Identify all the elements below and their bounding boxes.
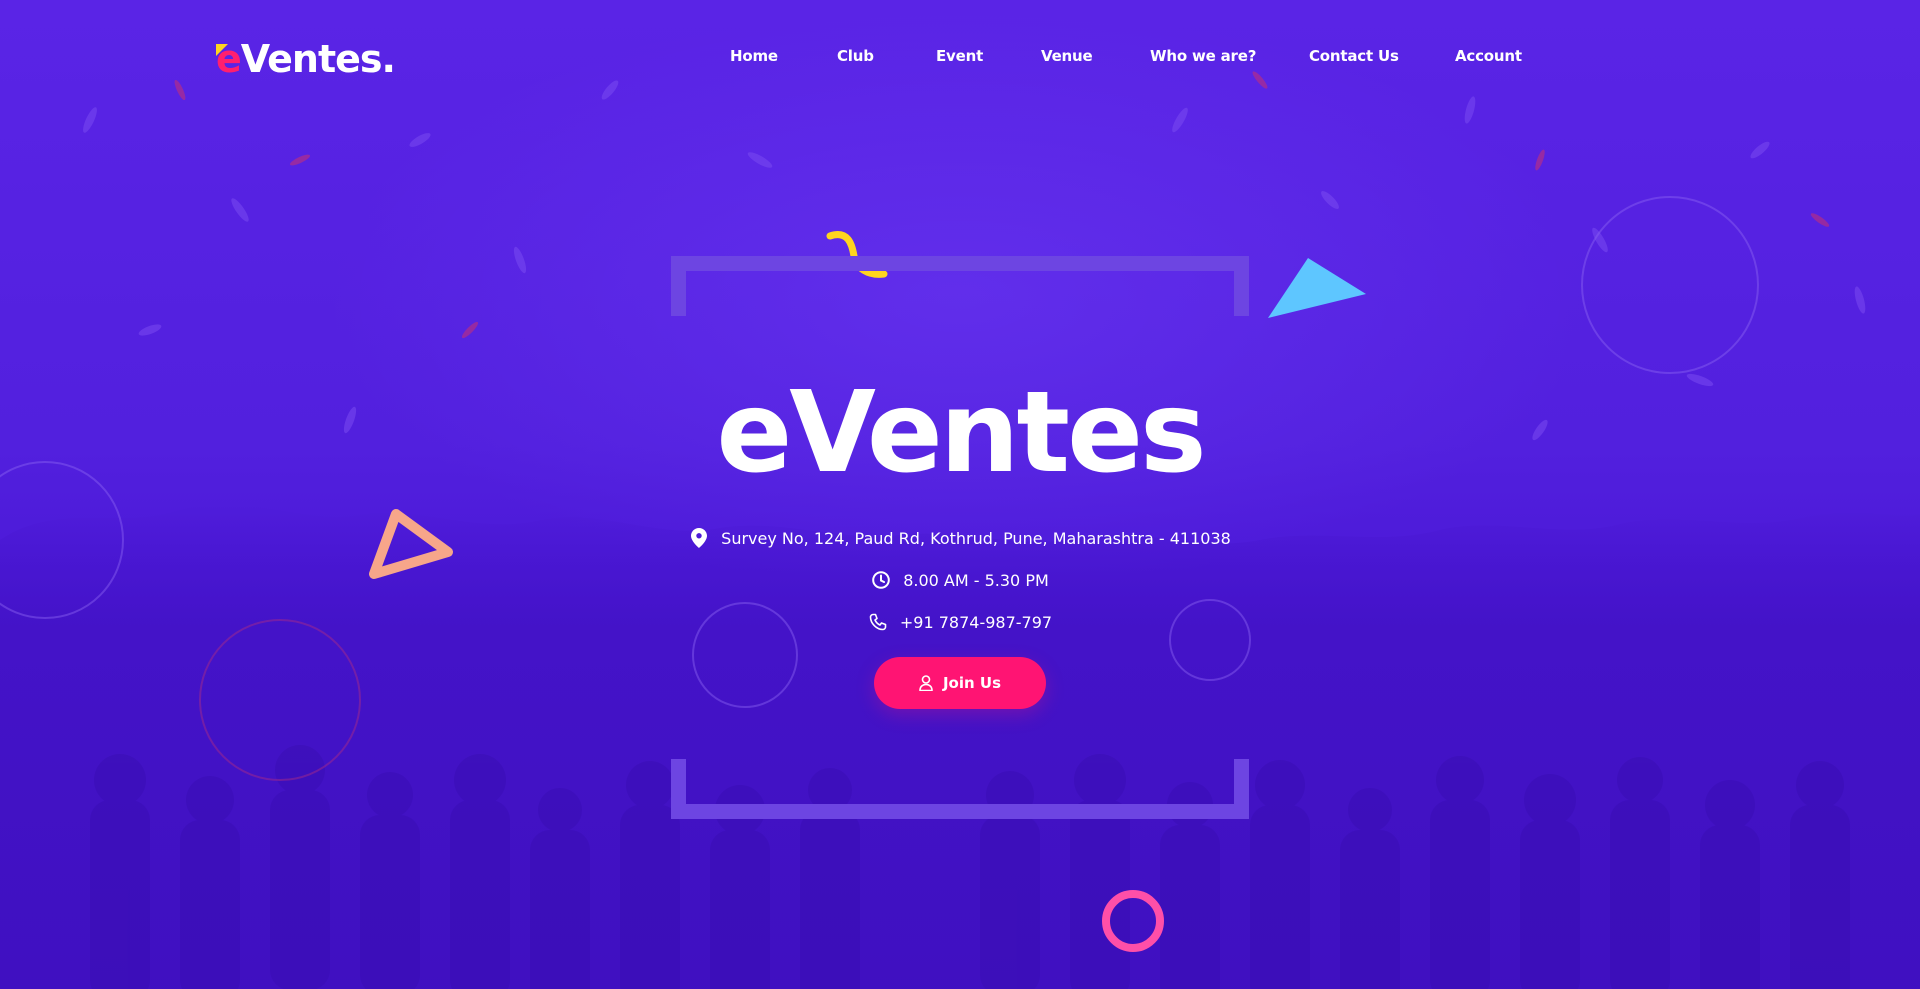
nav-item-account[interactable]: Account xyxy=(1455,47,1522,65)
clock-icon xyxy=(871,570,891,590)
frame-top-bracket xyxy=(671,256,1249,316)
nav-item-home[interactable]: Home xyxy=(730,47,778,65)
hours-text: 8.00 AM - 5.30 PM xyxy=(903,570,1049,590)
blue-triangle-decoration xyxy=(1268,258,1366,318)
address-row: Survey No, 124, Paud Rd, Kothrud, Pune, … xyxy=(0,528,1920,548)
phone-row: +91 7874-987-797 xyxy=(0,612,1920,632)
nav-item-event[interactable]: Event xyxy=(936,47,983,65)
pink-ring-decoration xyxy=(1102,890,1164,952)
hero-section: e Ventes. Home Club Event Venue Who we ar… xyxy=(0,0,1920,989)
main-navigation: Home Club Event Venue Who we are? Contac… xyxy=(0,47,1920,71)
user-icon xyxy=(919,675,933,691)
frame-bottom-bracket xyxy=(671,759,1249,819)
map-pin-icon xyxy=(689,528,709,548)
nav-item-club[interactable]: Club xyxy=(837,47,874,65)
hours-row: 8.00 AM - 5.30 PM xyxy=(0,570,1920,590)
phone-text: +91 7874-987-797 xyxy=(899,612,1053,632)
nav-item-contact-us[interactable]: Contact Us xyxy=(1309,47,1399,65)
join-us-label: Join Us xyxy=(942,674,1002,692)
nav-item-who-we-are[interactable]: Who we are? xyxy=(1150,47,1256,65)
crowd-background-image xyxy=(0,503,1920,989)
phone-icon xyxy=(868,612,888,632)
join-us-button[interactable]: Join Us xyxy=(874,657,1046,709)
hero-title: eVentes xyxy=(716,368,1206,498)
address-text: Survey No, 124, Paud Rd, Kothrud, Pune, … xyxy=(721,528,1231,548)
nav-item-venue[interactable]: Venue xyxy=(1041,47,1093,65)
